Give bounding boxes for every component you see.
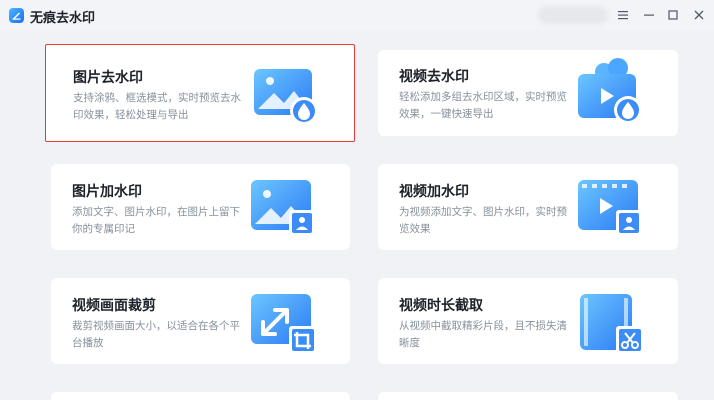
card-title: 视频去水印: [399, 69, 469, 85]
card-image-remove-watermark[interactable]: 图片去水印 支持涂鸦、框选模式，实时预览去水 印效果，轻松处理与导出: [45, 44, 355, 142]
minimize-icon: [644, 14, 654, 16]
video-trim-icon: [580, 294, 644, 354]
menu-button[interactable]: [612, 4, 634, 26]
card-title: 视频画面裁剪: [72, 298, 156, 314]
video-crop-icon: [251, 294, 317, 354]
card-description: 轻松添加多组去水印区域，实时预览 效果，一键快速导出: [399, 91, 567, 120]
card-image-add-watermark[interactable]: 图片加水印 添加文字、图片水印，在图片上留下 你的专属印记: [51, 164, 350, 250]
card-description: 添加文字、图片水印，在图片上留下 你的专属印记: [72, 206, 240, 235]
card-description: 裁剪视频画面大小，以适合在各个平 台播放: [72, 320, 240, 349]
menu-icon: [618, 11, 628, 20]
card-description: 支持涂鸦、框选模式，实时预览去水 印效果，轻松处理与导出: [73, 92, 241, 121]
card-title: 图片去水印: [73, 70, 143, 86]
close-icon: [694, 10, 704, 20]
app-title: 无痕去水印: [30, 11, 96, 26]
card-title: 视频加水印: [399, 184, 469, 200]
card-title: 视频时长截取: [399, 298, 483, 314]
card-video-add-watermark[interactable]: 视频加水印 为视频添加文字、图片水印，实时预 览效果: [378, 164, 678, 250]
close-button[interactable]: [688, 4, 710, 26]
user-account-area[interactable]: [538, 6, 608, 24]
card-video-remove-watermark[interactable]: 视频去水印 轻松添加多组去水印区域，实时预览 效果，一键快速导出: [378, 50, 678, 136]
card-video-trim[interactable]: 视频时长截取 从视频中截取精彩片段，且不损失清 晰度: [378, 278, 678, 364]
card-description: 从视频中截取精彩片段，且不损失清 晰度: [399, 320, 567, 349]
video-remove-watermark-icon: [578, 58, 642, 124]
maximize-icon: [668, 10, 678, 20]
title-bar: 无痕去水印: [0, 0, 714, 30]
card-partial[interactable]: [51, 392, 350, 400]
card-description: 为视频添加文字、图片水印，实时预 览效果: [399, 206, 567, 235]
image-add-watermark-icon: [251, 180, 315, 236]
maximize-button[interactable]: [662, 4, 684, 26]
card-title: 图片加水印: [72, 184, 142, 200]
card-partial[interactable]: [378, 392, 678, 400]
minimize-button[interactable]: [638, 4, 660, 26]
image-remove-watermark-icon: [254, 69, 318, 125]
card-video-crop[interactable]: 视频画面裁剪 裁剪视频画面大小，以适合在各个平 台播放: [51, 278, 350, 364]
video-add-watermark-icon: [578, 180, 642, 236]
app-logo-icon: [9, 8, 24, 23]
